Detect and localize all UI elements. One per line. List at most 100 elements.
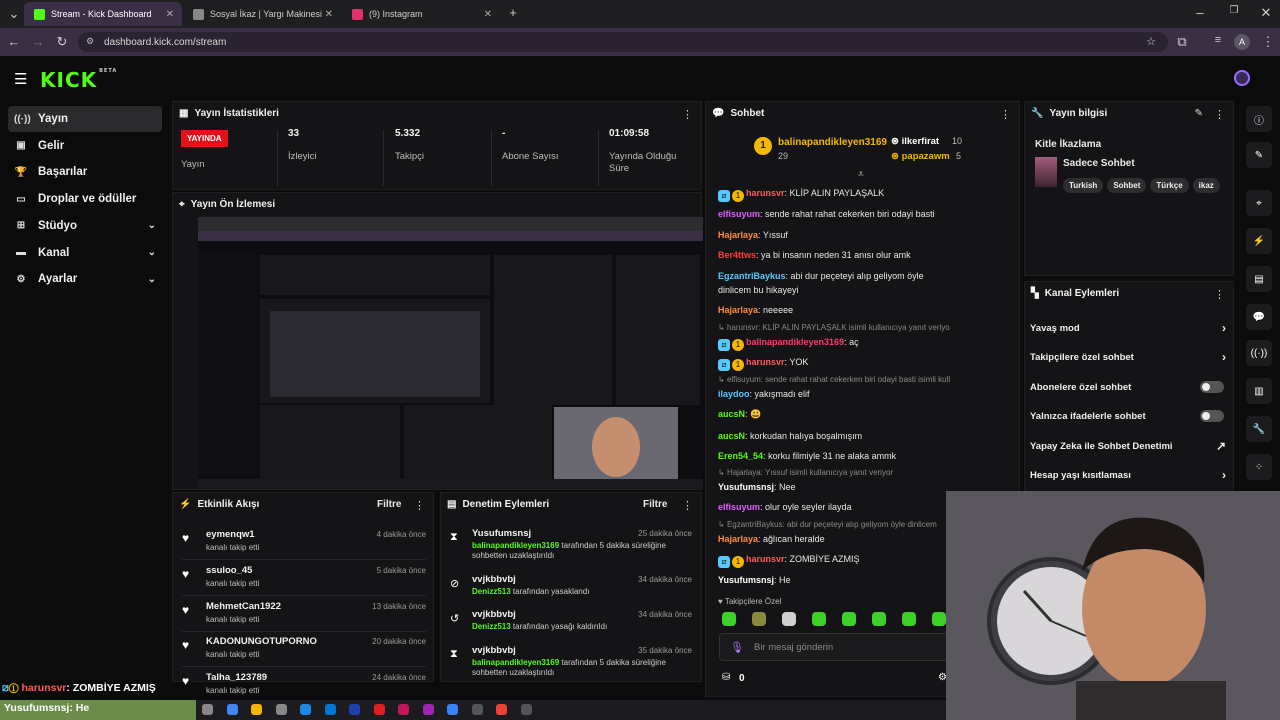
wrench-icon[interactable]: 🔧 (1246, 416, 1272, 442)
browser-tab[interactable]: (9) Instagram ✕ (342, 2, 500, 26)
taskbar-app-icon[interactable] (471, 704, 483, 715)
chat-message[interactable]: Hajarlaya: Yıssuf (718, 228, 950, 242)
channel-action-5[interactable]: Hesap yaşı kısıtlaması › (1030, 465, 1230, 485)
user-avatar[interactable] (1234, 70, 1250, 86)
chat-message[interactable]: EgzantriBaykus: abi dur peçeteyi alıp ge… (718, 269, 950, 297)
broadcast-icon[interactable]: ((·)) (1246, 340, 1272, 366)
list-icon[interactable]: ▤ (1246, 266, 1272, 292)
bookmark-star-icon[interactable]: ☆ (1146, 35, 1156, 48)
sidebar-item-6[interactable]: ⚙ Ayarlar ⌄ (8, 266, 162, 292)
microphone-icon[interactable]: 🎙 (730, 641, 744, 654)
channel-action-1[interactable]: Takipçilere özel sohbet › (1030, 347, 1230, 367)
chat-username[interactable]: Yusufumsnsj (718, 575, 774, 585)
activity-filter-button[interactable]: Filtre (377, 499, 401, 510)
moderation-filter-button[interactable]: Filtre (643, 499, 667, 510)
forward-icon[interactable]: → (30, 34, 46, 49)
sidebar-item-1[interactable]: ▣ Gelir (8, 133, 162, 159)
browser-tab[interactable]: Sosyal İkaz | Yargı Makinesi ✕ (183, 2, 341, 26)
channel-action-4[interactable]: Yapay Zeka ile Sohbet Denetimi ↗ (1030, 436, 1230, 456)
info-icon[interactable]: ⓘ (1246, 106, 1272, 132)
reload-icon[interactable]: ↻ (54, 34, 70, 50)
taskbar-app-icon[interactable] (520, 704, 532, 715)
tab-close-icon[interactable]: ✕ (325, 9, 333, 20)
chat-message[interactable]: ⧄ 1 harunsvr: KLİP ALIN PAYLAŞALK (718, 186, 950, 202)
emote-icon[interactable] (842, 612, 856, 626)
emote-icon[interactable] (932, 612, 946, 626)
chat-username[interactable]: Ber4ttws (718, 250, 756, 260)
channel-action-3[interactable]: Yalnızca ifadelerle sohbet (1030, 406, 1230, 426)
emote-icon[interactable] (782, 612, 796, 626)
chat-message[interactable]: aucsN: korkudan halıya boşalmışım (718, 429, 950, 443)
chat-menu-icon[interactable]: ⋮ (1000, 108, 1011, 121)
tab-close-icon[interactable]: ✕ (484, 9, 492, 20)
stats-menu-icon[interactable]: ⋮ (682, 108, 693, 121)
emote-icon[interactable] (902, 612, 916, 626)
chat-icon[interactable]: 💬 (1246, 304, 1272, 330)
chat-username[interactable]: aucsN (718, 431, 745, 441)
chat-message[interactable]: ⧄ 1 harunsvr: YOK (718, 355, 950, 371)
toggle-switch[interactable] (1200, 410, 1224, 422)
emote-icon[interactable] (812, 612, 826, 626)
activity-item[interactable]: ♥ eymenqw1 kanalı takip etti 4 dakika önce (178, 527, 430, 563)
maximize-icon[interactable]: ❐ (1226, 5, 1242, 16)
chat-username[interactable]: elfisuyum (718, 209, 760, 219)
moderation-item[interactable]: ⊘ vvjkbbvbj Denizz513 tarafından yasakland… (446, 573, 696, 607)
browser-menu-icon[interactable]: ⋮ (1260, 34, 1276, 50)
channel-action-2[interactable]: Abonelere özel sohbet (1030, 377, 1230, 397)
chat-message[interactable]: Yusufumsnsj: He (718, 573, 950, 587)
reading-list-icon[interactable]: ≡ (1210, 34, 1226, 46)
layers-icon[interactable]: ▥ (1246, 378, 1272, 404)
expand-leaderboard-icon[interactable]: ⩡ (858, 169, 864, 180)
hamburger-menu-icon[interactable]: ☰ (14, 70, 27, 88)
chat-message[interactable]: ilaydoo: yakışmadı elif (718, 387, 950, 401)
toggle-switch[interactable] (1200, 381, 1224, 393)
emote-icon[interactable] (752, 612, 766, 626)
chat-username[interactable]: Hajarlaya (718, 534, 758, 544)
tab-search-icon[interactable]: ⌄ (6, 6, 22, 22)
activity-item[interactable]: ♥ MehmetCan1922 kanalı takip etti 13 dakika… (178, 599, 430, 635)
extensions-icon[interactable]: ⧉ (1174, 34, 1190, 50)
chat-username[interactable]: balinapandikleyen3169 (746, 337, 844, 347)
sidebar-item-3[interactable]: ▭ Droplar ve ödüller (8, 186, 162, 212)
chat-message[interactable]: Yusufumsnsj: Nee (718, 480, 950, 494)
dots-icon[interactable]: ⁘ (1246, 454, 1272, 480)
chat-username[interactable]: harunsvr (746, 357, 785, 367)
category-name[interactable]: Sadece Sohbet (1063, 158, 1135, 169)
top-gifter-name[interactable]: balinapandikleyen3169 (778, 137, 887, 148)
chat-username[interactable]: harunsvr (746, 188, 785, 198)
back-icon[interactable]: ← (6, 34, 22, 49)
chat-username[interactable]: elfisuyum (718, 502, 760, 512)
gifter-name[interactable]: ⊛ ilkerfirat (891, 136, 939, 147)
chat-username[interactable]: aucsN (718, 409, 745, 419)
bolt-icon[interactable]: ⚡ (1246, 228, 1272, 254)
activity-menu-icon[interactable]: ⋮ (414, 499, 425, 512)
stream-info-menu-icon[interactable]: ⋮ (1214, 108, 1225, 121)
chat-input[interactable]: 🎙 Bir mesaj gönderin (719, 633, 949, 661)
chat-message[interactable]: ⧄ 1 balinapandikleyen3169: aç (718, 335, 950, 351)
channel-actions-menu-icon[interactable]: ⋮ (1214, 288, 1225, 301)
chat-message[interactable]: ⧄ 1 harunsvr: ZOMBİYE AZMIŞ (718, 552, 950, 568)
chat-username[interactable]: Hajarlaya (718, 230, 758, 240)
browser-tab[interactable]: Stream - Kick Dashboard ✕ (24, 2, 182, 26)
tab-close-icon[interactable]: ✕ (166, 9, 174, 20)
profile-avatar[interactable]: A (1234, 34, 1250, 50)
sidebar-item-2[interactable]: 🏆 Başarılar (8, 159, 162, 185)
chat-message[interactable]: aucsN: 😃 (718, 407, 950, 421)
category-thumbnail[interactable] (1035, 157, 1057, 187)
emote-icon[interactable] (872, 612, 886, 626)
stream-preview-video[interactable] (198, 217, 703, 489)
moderation-menu-icon[interactable]: ⋮ (682, 499, 693, 512)
taskbar-app-icon[interactable] (496, 704, 507, 715)
chat-username[interactable]: Hajarlaya (718, 305, 758, 315)
emote-icon[interactable] (722, 612, 736, 626)
moderation-item[interactable]: ⧗ vvjkbbvbj balinapandikleyen3169 tarafınd… (446, 644, 696, 678)
chat-message[interactable]: elfisuyum: olur oyle seyler ilayda (718, 500, 950, 514)
activity-item[interactable]: ♥ ssuloo_45 kanalı takip etti 5 dakika önce (178, 563, 430, 599)
chat-message[interactable]: Hajarlaya: neeeee (718, 303, 950, 317)
chat-message[interactable]: Hajarlaya: ağlıcan heralde (718, 532, 950, 546)
moderation-item[interactable]: ↺ vvjkbbvbj Denizz513 tarafından yasağı ka… (446, 608, 696, 642)
sidebar-item-5[interactable]: ▬ Kanal ⌄ (8, 240, 162, 266)
taskbar-app-icon[interactable] (447, 704, 458, 715)
chat-username[interactable]: Eren54_54 (718, 451, 763, 461)
pencil-icon[interactable]: ✎ (1246, 142, 1272, 168)
